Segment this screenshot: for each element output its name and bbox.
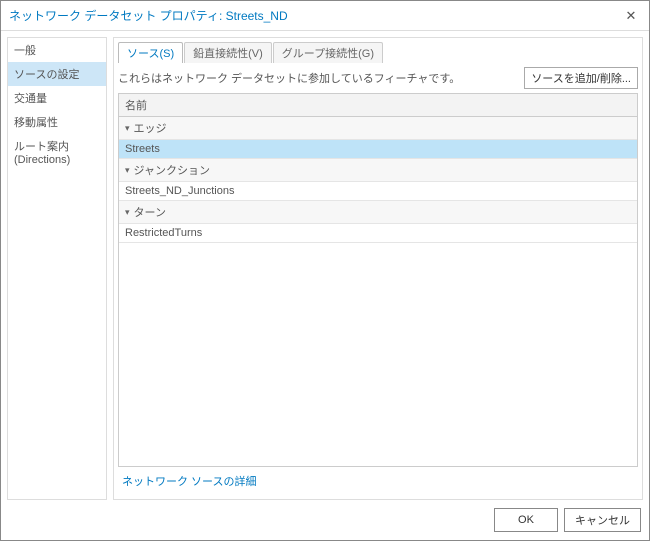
titlebar: ネットワーク データセット プロパティ: Streets_ND ✕ [1,1,649,31]
tab-group-connectivity[interactable]: グループ接続性(G) [273,42,383,63]
main-panel: ソース(S) 鉛直接続性(V) グループ接続性(G) これらはネットワーク デー… [113,37,643,500]
grid-header-name: 名前 [119,94,637,117]
sidebar-item-traffic[interactable]: 交通量 [8,86,106,110]
close-icon[interactable]: ✕ [621,8,641,24]
row-turns[interactable]: RestrictedTurns [119,224,637,243]
sidebar-item-travel-attrs[interactable]: 移動属性 [8,110,106,134]
section-junctions[interactable]: ▾ ジャンクション [119,159,637,182]
add-remove-sources-button[interactable]: ソースを追加/削除... [524,67,638,89]
ok-button[interactable]: OK [494,508,558,532]
network-sources-link[interactable]: ネットワーク ソースの詳細 [118,467,638,495]
row-streets[interactable]: Streets [119,140,637,159]
section-edges-label: エッジ [134,120,167,136]
grid-empty-space [119,243,637,466]
cancel-button[interactable]: キャンセル [564,508,641,532]
sidebar-item-general[interactable]: 一般 [8,38,106,62]
sources-grid: 名前 ▾ エッジ Streets ▾ ジャンクション Streets_ND_Ju… [118,93,638,467]
section-edges[interactable]: ▾ エッジ [119,117,637,140]
chevron-down-icon: ▾ [125,207,130,218]
chevron-down-icon: ▾ [125,123,130,134]
tab-content: これらはネットワーク データセットに参加しているフィーチャです。 ソースを追加/… [114,63,642,499]
sidebar: 一般 ソースの設定 交通量 移動属性 ルート案内 (Directions) [7,37,107,500]
tab-sources[interactable]: ソース(S) [118,42,183,63]
section-turns-label: ターン [134,204,166,220]
dialog-body: 一般 ソースの設定 交通量 移動属性 ルート案内 (Directions) ソー… [1,31,649,500]
tab-vertical-connectivity[interactable]: 鉛直接続性(V) [184,42,272,63]
tabs: ソース(S) 鉛直接続性(V) グループ接続性(G) [114,38,642,63]
section-turns[interactable]: ▾ ターン [119,201,637,224]
chevron-down-icon: ▾ [125,165,130,176]
sidebar-item-directions[interactable]: ルート案内 (Directions) [8,134,106,170]
content-description: これらはネットワーク データセットに参加しているフィーチャです。 [118,70,524,86]
sidebar-item-sources[interactable]: ソースの設定 [8,62,106,86]
section-junctions-label: ジャンクション [134,162,210,178]
footer: OK キャンセル [1,500,649,540]
content-top-row: これらはネットワーク データセットに参加しているフィーチャです。 ソースを追加/… [118,67,638,89]
row-junctions[interactable]: Streets_ND_Junctions [119,182,637,201]
window-title: ネットワーク データセット プロパティ: Streets_ND [9,7,621,24]
